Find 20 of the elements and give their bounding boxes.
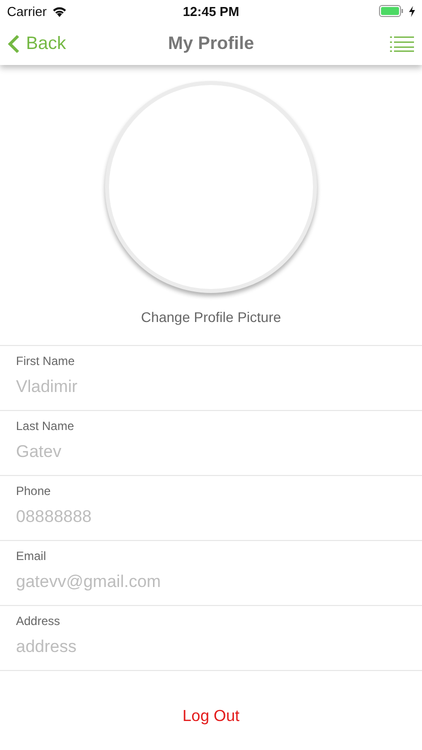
- input-field[interactable]: Vladimir: [16, 377, 406, 397]
- change-picture-link[interactable]: Change Profile Picture: [140, 309, 282, 325]
- field-label: Last Name: [16, 419, 76, 433]
- field-label: Phone: [16, 484, 52, 498]
- field-label: First Name: [16, 354, 76, 368]
- field-label: Address: [16, 614, 62, 628]
- input-field[interactable]: Gatev: [16, 442, 406, 462]
- carrier-label: Carrier: [7, 4, 47, 18]
- back-button[interactable]: Back: [8, 33, 66, 54]
- logout-button[interactable]: Log Out: [182, 708, 240, 726]
- screen-title: My Profile: [168, 33, 254, 54]
- chevron-left-icon[interactable]: [8, 34, 20, 54]
- wifi-icon: [52, 6, 67, 16]
- input-field[interactable]: 08888888: [16, 507, 406, 527]
- input-field[interactable]: address: [16, 637, 406, 657]
- battery-icon: [379, 5, 404, 17]
- menu-button[interactable]: [390, 36, 414, 52]
- field-label: Email: [16, 549, 48, 563]
- input-field[interactable]: gatevv@gmail.com: [16, 572, 406, 592]
- clock: 12:45 PM: [182, 4, 240, 18]
